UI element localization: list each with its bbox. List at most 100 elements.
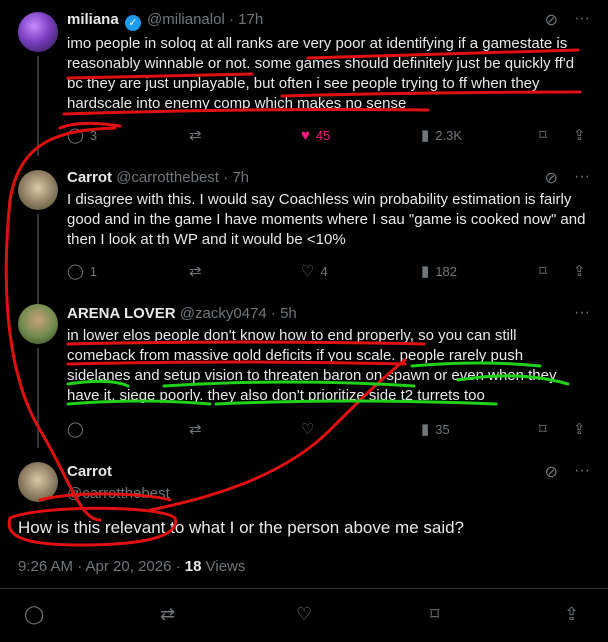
share-icon: ⇪: [573, 421, 586, 438]
main-tweet-text: How is this relevant to what I or the pe…: [18, 518, 465, 537]
bookmark-button[interactable]: ⌑: [539, 126, 547, 146]
like-button[interactable]: ♡: [301, 420, 314, 440]
repost-icon[interactable]: ⇄: [160, 604, 175, 625]
like-button[interactable]: ♡ 4: [301, 262, 328, 282]
views-button[interactable]: ▮ 182: [421, 262, 457, 282]
bookmark-button[interactable]: ⌑: [539, 420, 547, 440]
author-handle[interactable]: @zacky0474: [180, 305, 267, 322]
action-bar: ◯ ⇄ ♡ ▮ 35 ⌑ ⇪: [67, 420, 592, 440]
share-icon: ⇪: [573, 127, 586, 144]
author-name[interactable]: Carrot: [67, 169, 112, 186]
author-name[interactable]: ARENA LOVER: [67, 305, 176, 322]
tweet-meta: 9:26 AM · Apr 20, 2026 · 18 Views: [18, 558, 245, 575]
author-handle[interactable]: @carrotthebest: [116, 169, 219, 186]
tweet-corner-actions: ⊘ ···: [545, 462, 590, 482]
views-icon: ▮: [421, 127, 430, 144]
reply-button[interactable]: ◯: [67, 420, 84, 440]
reply-icon: ◯: [67, 263, 84, 280]
share-icon[interactable]: ⇪: [564, 604, 579, 625]
reply-icon[interactable]: ◯: [24, 604, 44, 625]
tweet-text: I disagree with this. I would say Coachl…: [67, 191, 586, 248]
tweet-text: in lower elos people don't know how to e…: [67, 327, 557, 404]
grok-icon[interactable]: ⊘: [545, 462, 558, 482]
tweet-miliana[interactable]: miliana ✓ @milianalol · 17h ⊘ ··· imo pe…: [0, 0, 608, 156]
divider: [0, 588, 608, 589]
reply-count: 3: [89, 128, 98, 143]
thread-line: [37, 348, 39, 448]
tweet-arena-lover[interactable]: ARENA LOVER @zacky0474 · 5h ··· in lower…: [0, 296, 608, 448]
more-icon[interactable]: ···: [574, 10, 590, 30]
author-name[interactable]: Carrot: [67, 463, 112, 480]
separator-dot: ·: [228, 11, 234, 28]
more-icon[interactable]: ···: [574, 168, 590, 188]
share-button[interactable]: ⇪: [573, 126, 586, 146]
tweet-header: miliana ✓ @milianalol · 17h: [67, 10, 263, 31]
views-count: 2.3K: [435, 128, 463, 143]
separator-dot: ·: [270, 305, 276, 322]
author-handle[interactable]: @milianalol: [147, 11, 225, 28]
views-label: Views: [205, 558, 246, 575]
repost-button[interactable]: ⇄: [189, 126, 202, 146]
views-total: 18: [184, 558, 202, 575]
post-time[interactable]: 5h: [280, 305, 297, 322]
more-icon[interactable]: ···: [574, 304, 590, 322]
main-action-bar: ◯ ⇄ ♡ ⌑ ⇪: [0, 590, 608, 640]
avatar[interactable]: [18, 304, 58, 344]
share-button[interactable]: ⇪: [573, 420, 586, 440]
repost-button[interactable]: ⇄: [189, 420, 202, 440]
thread-line: [37, 56, 39, 156]
share-button[interactable]: ⇪: [573, 262, 586, 282]
views-count: 35: [435, 422, 450, 437]
like-count: 4: [320, 264, 328, 279]
reply-icon: ◯: [67, 127, 84, 144]
bookmark-icon: ⌑: [539, 421, 547, 438]
bookmark-icon: ⌑: [539, 127, 547, 144]
tweet-header: ARENA LOVER @zacky0474 · 5h: [67, 304, 297, 324]
like-count: 45: [315, 128, 331, 143]
heart-icon: ♥: [301, 127, 310, 144]
author-handle[interactable]: @carrotthebest: [67, 485, 170, 502]
like-button[interactable]: ♥ 45: [301, 126, 330, 146]
separator-dot: ·: [223, 169, 229, 186]
heart-icon: ♡: [301, 421, 315, 438]
tweet-corner-actions: ⊘ ···: [545, 10, 590, 30]
reply-button[interactable]: ◯ 3: [67, 126, 97, 146]
views-icon: ▮: [421, 263, 430, 280]
author-name[interactable]: miliana: [67, 11, 119, 28]
grok-icon[interactable]: ⊘: [545, 168, 558, 188]
timestamp[interactable]: 9:26 AM · Apr 20, 2026 ·: [18, 558, 181, 575]
views-count: 182: [435, 264, 457, 279]
repost-icon: ⇄: [189, 127, 202, 144]
tweet-corner-actions: ⊘ ···: [545, 168, 590, 188]
action-bar: ◯ 3 ⇄ ♥ 45 ▮ 2.3K ⌑ ⇪: [67, 126, 592, 146]
bookmark-icon[interactable]: ⌑: [430, 604, 439, 625]
share-icon: ⇪: [573, 263, 586, 280]
reply-button[interactable]: ◯ 1: [67, 262, 97, 282]
views-icon: ▮: [421, 421, 430, 438]
main-author-name: Carrot: [67, 462, 112, 482]
grok-icon[interactable]: ⊘: [545, 10, 558, 30]
repost-icon: ⇄: [189, 421, 202, 438]
bookmark-button[interactable]: ⌑: [539, 262, 547, 282]
avatar[interactable]: [18, 170, 58, 210]
repost-icon: ⇄: [189, 263, 202, 280]
bookmark-icon: ⌑: [539, 263, 547, 280]
tweet-corner-actions: ···: [574, 304, 590, 322]
action-bar: ◯ 1 ⇄ ♡ 4 ▮ 182 ⌑ ⇪: [67, 262, 592, 282]
heart-icon[interactable]: ♡: [296, 604, 312, 625]
views-button[interactable]: ▮ 2.3K: [421, 126, 462, 146]
verified-badge-icon: ✓: [124, 15, 141, 31]
tweet-carrot[interactable]: Carrot @carrotthebest · 7h ⊘ ··· I disag…: [0, 160, 608, 304]
repost-button[interactable]: ⇄: [189, 262, 202, 282]
main-author-handle: @carrotthebest: [67, 484, 170, 504]
tweet-text: imo people in soloq at all ranks are ver…: [67, 35, 575, 112]
more-icon[interactable]: ···: [574, 462, 590, 482]
reply-count: 1: [89, 264, 98, 279]
post-time[interactable]: 17h: [238, 11, 263, 28]
avatar[interactable]: [18, 12, 58, 52]
views-button[interactable]: ▮ 35: [421, 420, 450, 440]
avatar[interactable]: [18, 462, 58, 502]
thread-line: [37, 214, 39, 304]
tweet-header: Carrot @carrotthebest · 7h: [67, 168, 249, 188]
post-time[interactable]: 7h: [232, 169, 249, 186]
